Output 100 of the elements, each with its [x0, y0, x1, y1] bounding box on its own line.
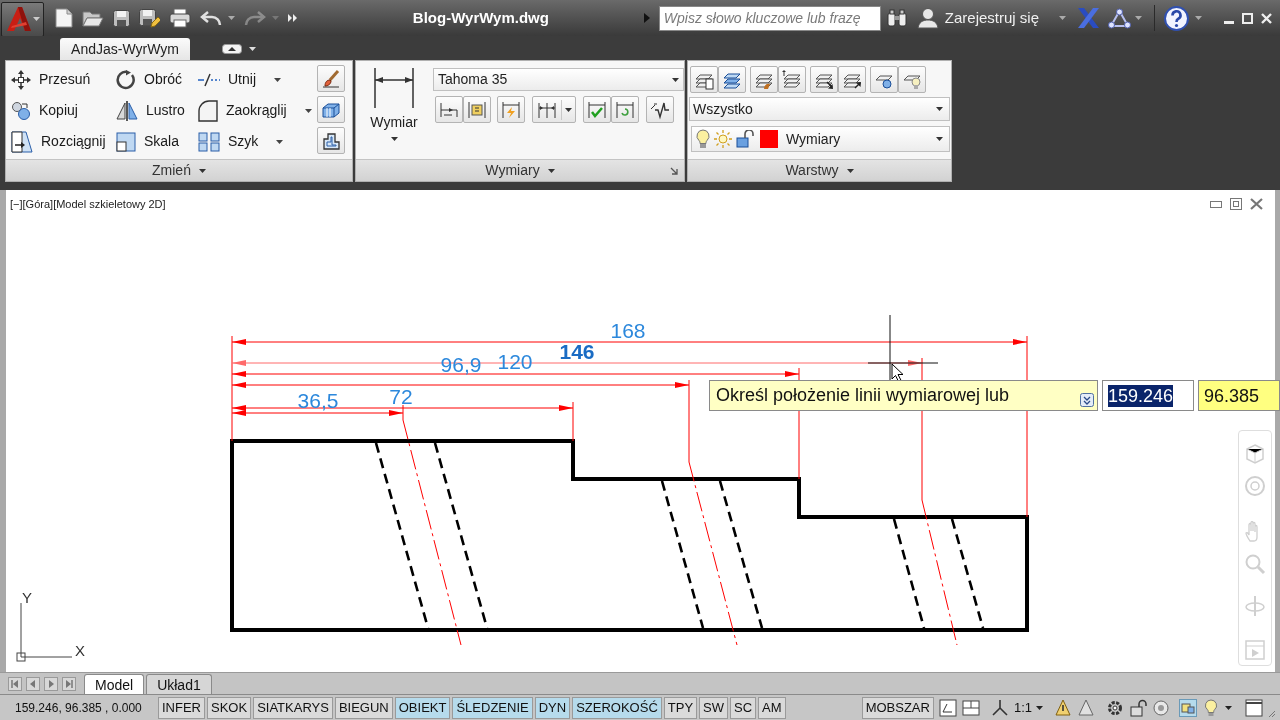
angle-icon[interactable]: [938, 698, 957, 717]
circle-dot-icon[interactable]: [1152, 698, 1170, 717]
double-chevron-icon[interactable]: [288, 14, 298, 22]
floppy-pencil-icon[interactable]: [139, 8, 160, 28]
restore-icon[interactable]: [1230, 198, 1242, 210]
layer-isolate-button[interactable]: [838, 66, 866, 93]
dimension-break-button[interactable]: [435, 96, 463, 123]
ucs-icon: [15, 603, 72, 662]
status-toggle[interactable]: SZEROKOŚĆ: [572, 696, 662, 719]
dimension-lightning-button[interactable]: [497, 96, 525, 123]
tripod-icon[interactable]: [990, 698, 1009, 717]
coordinate-input[interactable]: 96.385: [1198, 380, 1280, 411]
panel-title-button[interactable]: Zmień: [152, 160, 206, 181]
mirror-button[interactable]: Lustro: [116, 96, 185, 125]
mirror-triangles-icon: [116, 100, 138, 121]
status-toggle[interactable]: BIEGUN: [334, 696, 393, 719]
array-button[interactable]: Szyk: [198, 127, 284, 156]
caret-icon[interactable]: [1225, 705, 1232, 710]
caret-icon[interactable]: [249, 47, 256, 51]
diagonal-arrow-icon[interactable]: [670, 167, 678, 175]
binoculars-icon[interactable]: [886, 9, 907, 27]
new-file-icon[interactable]: [55, 8, 73, 28]
fillet-button[interactable]: Zaokrąglij: [198, 96, 312, 125]
previous-icon[interactable]: [26, 677, 40, 691]
status-toggle[interactable]: OBIEKT: [394, 696, 451, 719]
printer-icon[interactable]: [169, 8, 191, 28]
layer-stack-button[interactable]: [718, 66, 746, 93]
rotate-circle-icon: [116, 69, 136, 90]
triangle-icon[interactable]: [1077, 698, 1095, 717]
warning-triangle-icon[interactable]: [1054, 698, 1072, 717]
sign-in-link[interactable]: Zarejestruj się: [944, 6, 1039, 30]
minimize-icon[interactable]: [1224, 20, 1234, 24]
move-button[interactable]: Przesuń: [11, 65, 91, 94]
status-toggle[interactable]: SC: [730, 696, 757, 719]
model-space-button[interactable]: MOBSZAR: [861, 696, 934, 719]
panel-toggle-icon[interactable]: [222, 44, 242, 54]
continue-dimension-button[interactable]: [532, 96, 576, 123]
minimize-icon[interactable]: [1210, 200, 1222, 208]
layer-state-dropdown[interactable]: Wszystko: [689, 97, 950, 121]
dimension-button[interactable]: Wymiar: [356, 61, 432, 159]
first-page-icon[interactable]: [8, 677, 22, 691]
coordinate-input[interactable]: 159.246: [1102, 380, 1194, 411]
stretch-button[interactable]: Rozciągnij: [11, 127, 106, 156]
cube-icon[interactable]: [1244, 443, 1266, 465]
window-icon[interactable]: [1245, 698, 1263, 717]
layer-previous-button[interactable]: [810, 66, 838, 93]
overlapping-squares-icon[interactable]: [1179, 698, 1197, 717]
viewport-control[interactable]: [Model szkieletowy 2D]: [53, 196, 166, 213]
dimension-value: 120: [497, 350, 533, 373]
brush-button[interactable]: [317, 65, 345, 92]
trim-button[interactable]: Utnij: [198, 65, 281, 94]
expand-arrow-icon[interactable]: [643, 13, 650, 23]
layer-match-button[interactable]: [750, 66, 778, 93]
caret-icon: [936, 107, 943, 111]
app-menu-button[interactable]: [1, 1, 44, 37]
layer-properties-button[interactable]: [690, 66, 718, 93]
double-chevron-down-icon[interactable]: [1080, 392, 1094, 407]
status-toggle[interactable]: SW: [699, 696, 728, 719]
status-toggle[interactable]: AM: [758, 696, 786, 719]
status-toggle[interactable]: TPY: [663, 696, 698, 719]
resize-grip-icon: [1268, 709, 1276, 718]
folder-icon[interactable]: [82, 9, 104, 27]
layer-change-button[interactable]: [778, 66, 806, 93]
light-bulb-icon[interactable]: [1202, 698, 1220, 717]
scale-button[interactable]: Skala: [116, 127, 180, 156]
status-toggle[interactable]: SKOK: [207, 696, 252, 719]
status-toggle[interactable]: INFER: [158, 696, 205, 719]
status-toggle[interactable]: ŚLEDZENIE: [452, 696, 533, 719]
copy-button[interactable]: Kopiuj: [11, 96, 78, 125]
viewport-control[interactable]: [−]: [10, 196, 23, 213]
status-toggle[interactable]: DYN: [534, 696, 571, 719]
status-toggle[interactable]: SIATKARYS: [253, 696, 333, 719]
help-icon[interactable]: [1164, 5, 1189, 31]
offset-button[interactable]: [317, 127, 345, 154]
undo-arrow-icon[interactable]: [200, 10, 222, 26]
layer-settings-button[interactable]: [870, 66, 898, 93]
annotation-scale-dropdown[interactable]: 1:1: [1013, 697, 1043, 718]
move-arrows-icon: [11, 69, 31, 90]
gear-icon[interactable]: [1106, 698, 1124, 717]
ribbon-tab[interactable]: AndJas-WyrWym: [60, 38, 190, 60]
layout-tab[interactable]: Układ1: [146, 674, 212, 694]
dimension-check-button[interactable]: [583, 96, 611, 123]
layer-dropdown[interactable]: Wymiary: [691, 126, 950, 152]
jog-line-button[interactable]: [646, 96, 674, 123]
rotate-button[interactable]: Obróć: [116, 65, 183, 94]
next-icon[interactable]: [44, 677, 58, 691]
maximize-icon[interactable]: [1242, 12, 1253, 24]
text-style-dropdown[interactable]: Tahoma 35: [433, 68, 684, 91]
user-icon[interactable]: [916, 7, 939, 29]
dimension-refresh-button[interactable]: [611, 96, 639, 123]
window-panes-icon[interactable]: [961, 698, 980, 717]
viewport-control[interactable]: [Góra]: [22, 196, 54, 213]
search-field[interactable]: Wpisz słowo kluczowe lub frazę: [658, 5, 881, 31]
last-page-icon[interactable]: [62, 677, 76, 691]
layout-tab[interactable]: Model: [84, 674, 145, 694]
padlock-icon[interactable]: [1129, 698, 1147, 717]
dimension-space-button[interactable]: [463, 96, 491, 123]
triangle-nodes-icon[interactable]: [1108, 7, 1131, 29]
close-icon[interactable]: [1250, 198, 1263, 210]
explode-button[interactable]: [317, 96, 345, 123]
